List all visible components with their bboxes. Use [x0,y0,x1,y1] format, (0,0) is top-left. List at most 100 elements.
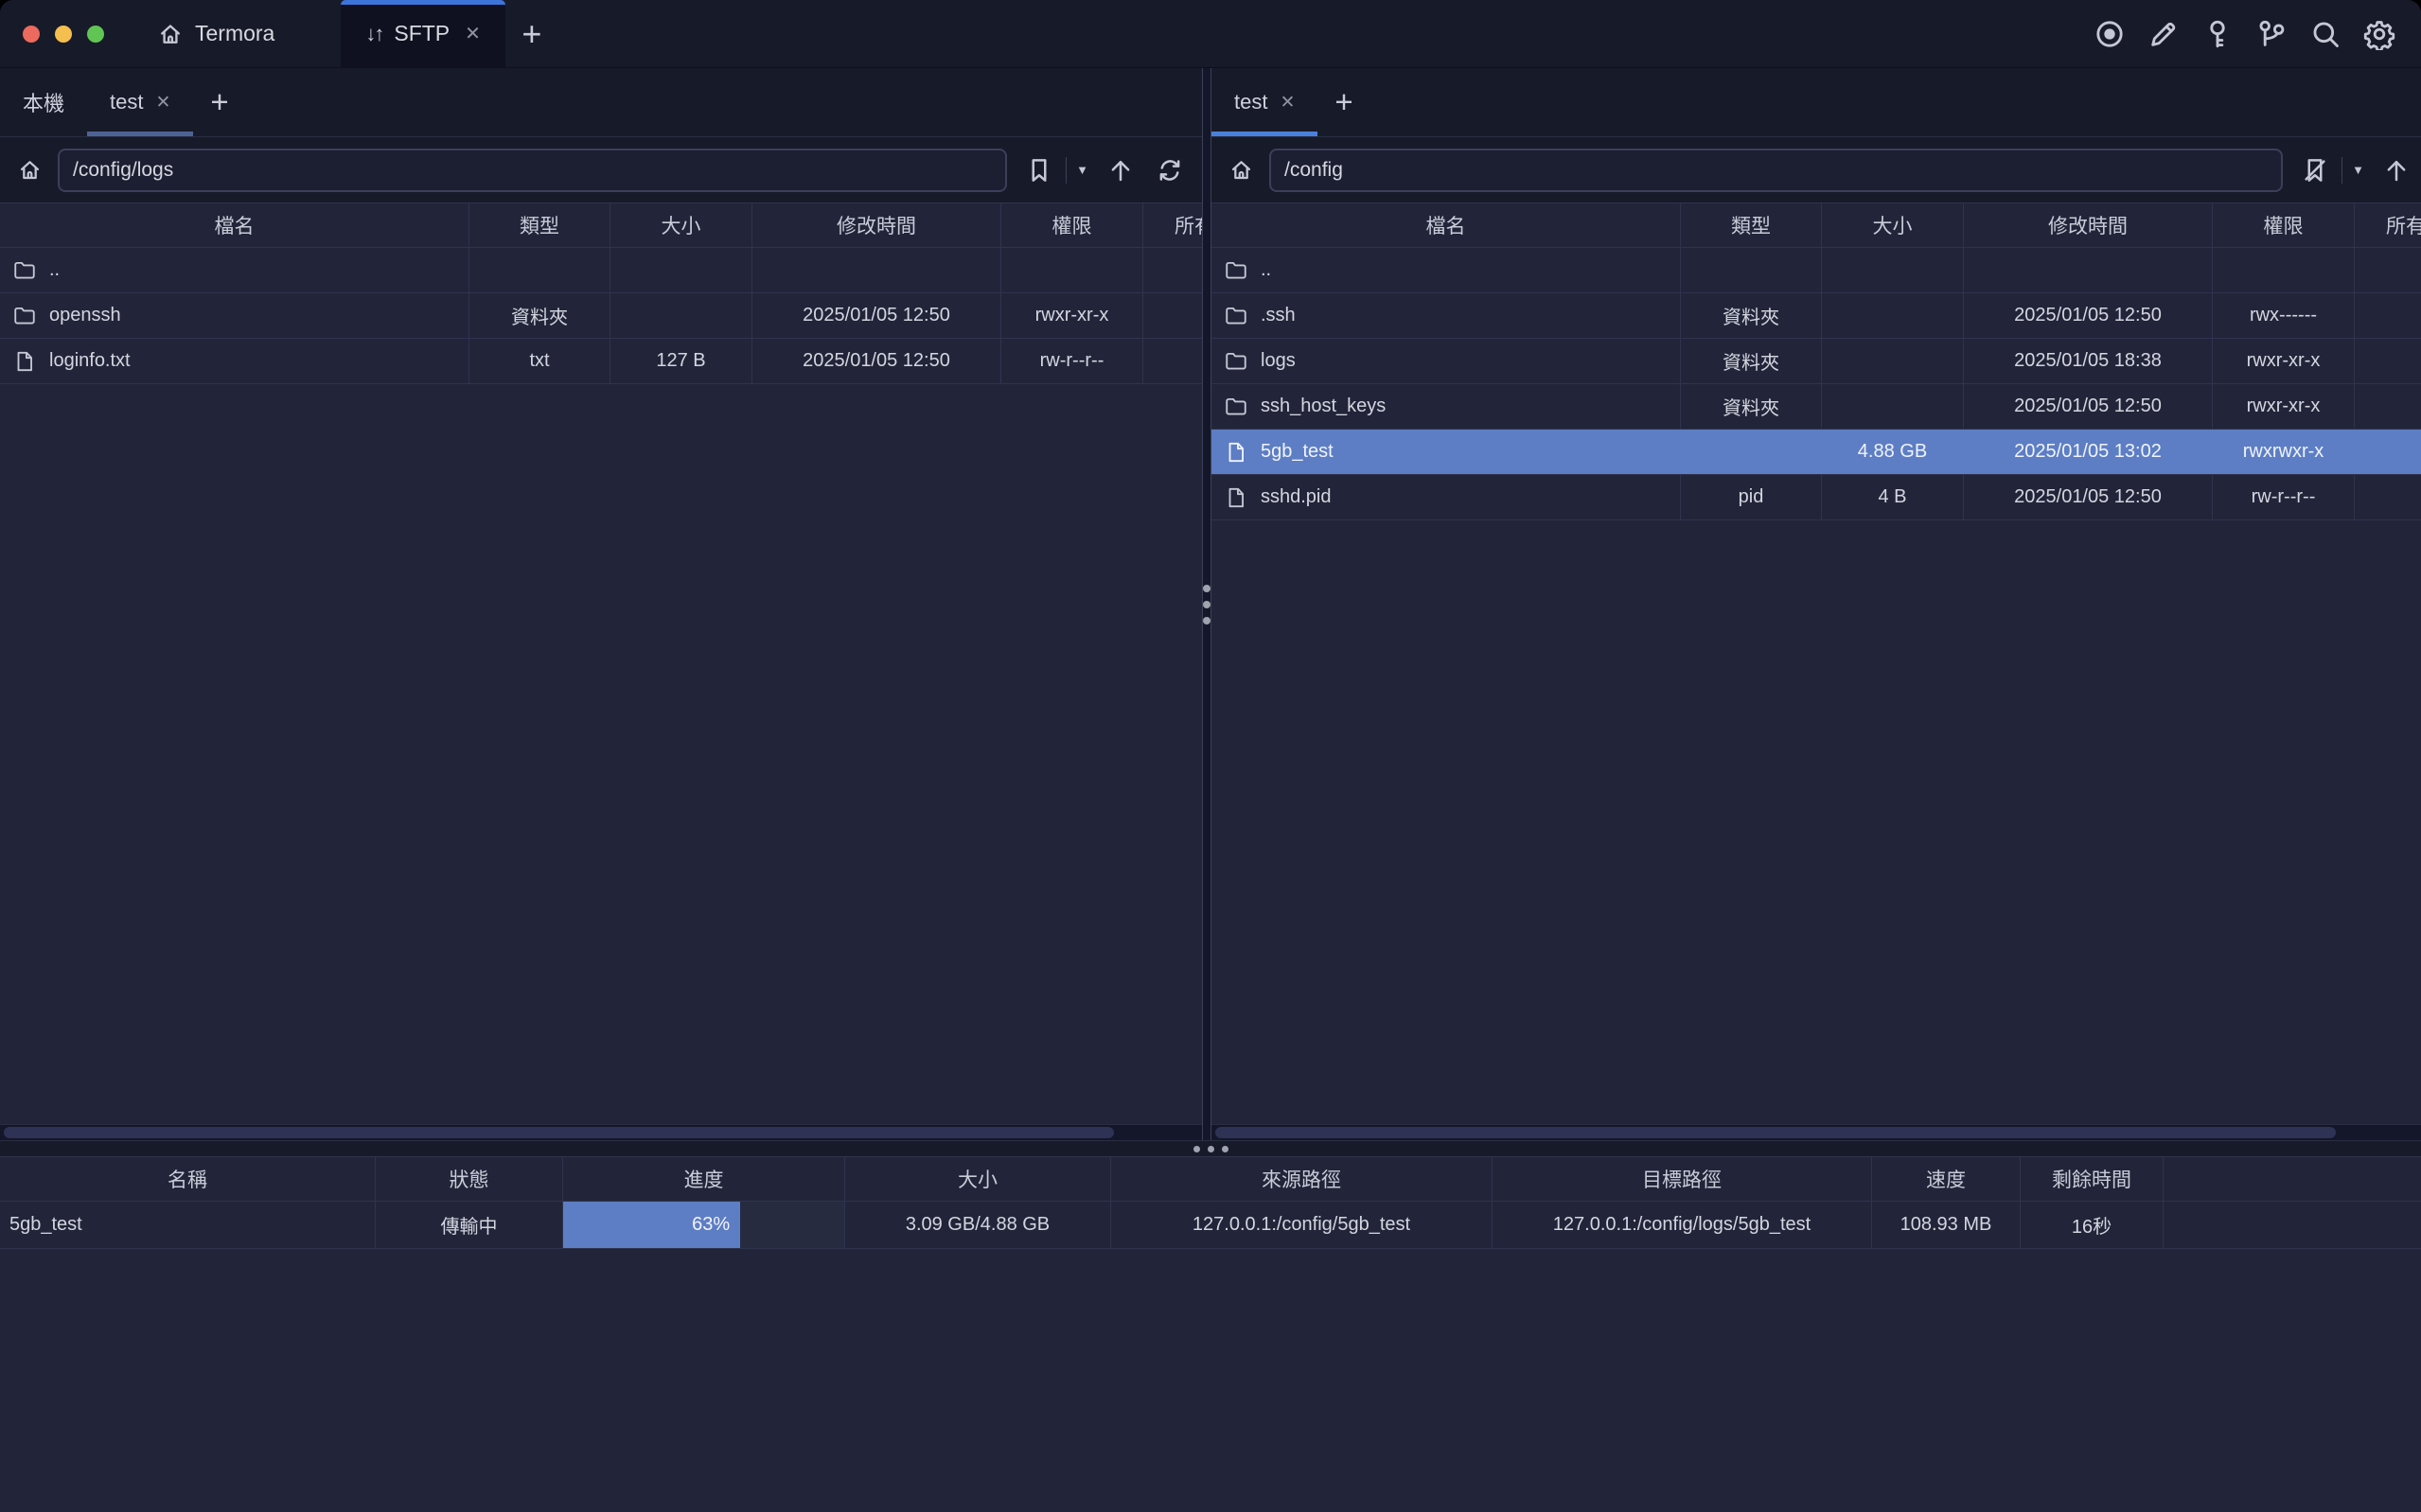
home-icon[interactable] [1228,157,1254,183]
transfer-target-cell: 127.0.0.1:/config/logs/5gb_test [1493,1202,1872,1248]
termora-home-tab[interactable]: Termora [129,0,303,67]
file-row[interactable]: openssh資料夾2025/01/05 12:50rwxr-xr-x [0,293,1202,339]
file-mtime-cell [1964,248,2213,292]
column-header[interactable]: 名稱 [0,1157,376,1201]
keychain-icon[interactable] [2254,17,2288,51]
search-icon[interactable] [2308,17,2342,51]
column-header[interactable]: 修改時間 [752,203,1001,247]
column-header[interactable]: 剩餘時間 [2021,1157,2164,1201]
file-perm-cell: rwxrwxr-x [2213,430,2355,474]
file-row[interactable]: .ssh資料夾2025/01/05 12:50rwx------ [1211,293,2421,339]
left-horizontal-scrollbar[interactable] [0,1124,1202,1140]
column-header[interactable]: 類型 [469,203,610,247]
right-horizontal-scrollbar[interactable] [1211,1124,2421,1140]
settings-gear-icon[interactable] [2362,17,2396,51]
column-header[interactable]: 速度 [1872,1157,2021,1201]
folder-icon [12,304,37,328]
record-icon[interactable] [2093,17,2127,51]
close-tab-icon[interactable]: ✕ [155,92,170,114]
column-header[interactable]: 權限 [1001,203,1143,247]
chevron-down-icon[interactable]: ▼ [1076,163,1088,177]
path-input-left[interactable] [58,149,1007,192]
transfer-source-cell: 127.0.0.1:/config/5gb_test [1111,1202,1493,1248]
file-name-label: sshd.pid [1261,486,1332,508]
pane-splitter[interactable] [1202,68,1211,1140]
transfer-row[interactable]: 5gb_test傳輸中63%3.09 GB/4.88 GB127.0.0.1:/… [0,1202,2421,1249]
column-header[interactable]: 檔名 [0,203,469,247]
column-header[interactable]: 檔名 [1211,203,1681,247]
file-type-cell [1681,430,1822,474]
transfer-remaining-cell: 16秒 [2021,1202,2164,1248]
scrollbar-thumb[interactable] [4,1127,1114,1138]
bookmark-icon[interactable] [1022,153,1056,187]
file-perm-cell [1001,248,1143,292]
tab-local[interactable]: 本機 [0,68,87,136]
column-header[interactable]: 目標路徑 [1493,1157,1872,1201]
close-tab-icon[interactable]: ✕ [465,22,481,45]
file-table-header: 檔名類型大小修改時間權限所有者 [0,203,1202,248]
file-row[interactable]: .. [1211,248,2421,293]
file-mtime-cell: 2025/01/05 12:50 [1964,475,2213,519]
tab-test-left[interactable]: test ✕ [87,68,193,136]
file-name-label: logs [1261,350,1296,372]
minimize-window-button[interactable] [55,26,72,43]
file-type-cell: 資料夾 [469,293,610,338]
column-header[interactable]: 修改時間 [1964,203,2213,247]
file-name-cell: sshd.pid [1211,475,1681,519]
up-directory-icon[interactable] [2379,153,2413,187]
tab-test-label: test [110,90,143,114]
new-window-tab-button[interactable]: + [505,0,558,67]
file-type-cell [1681,248,1822,292]
file-table-header: 檔名類型大小修改時間權限所有者 [1211,203,2421,248]
bookmark-slash-icon[interactable] [2298,153,2332,187]
file-size-cell [1822,293,1964,338]
file-row[interactable]: loginfo.txttxt127 B2025/01/05 12:50rw-r-… [0,339,1202,384]
transfer-splitter[interactable] [0,1140,2421,1156]
home-icon[interactable] [17,157,43,183]
file-name-label: loginfo.txt [49,350,131,372]
transfer-size-cell: 3.09 GB/4.88 GB [845,1202,1111,1248]
add-connection-tab-button[interactable]: + [1317,68,1370,136]
edit-icon[interactable] [2147,17,2181,51]
column-header[interactable]: 進度 [563,1157,845,1201]
file-row[interactable]: ssh_host_keys資料夾2025/01/05 12:50rwxr-xr-… [1211,384,2421,430]
column-header[interactable]: 類型 [1681,203,1822,247]
zoom-window-button[interactable] [87,26,104,43]
app-tab-label: Termora [195,21,274,46]
up-directory-icon[interactable] [1104,153,1138,187]
column-header[interactable]: 來源路徑 [1111,1157,1493,1201]
column-header[interactable]: 所有者 [1143,203,1202,247]
refresh-icon[interactable] [1153,153,1187,187]
key-icon[interactable] [2200,17,2235,51]
file-owner-cell [2355,384,2421,429]
file-mtime-cell [752,248,1001,292]
tab-sftp[interactable]: ↓↑ SFTP ✕ [341,0,505,67]
chevron-down-icon[interactable]: ▼ [2352,163,2364,177]
column-header[interactable]: 大小 [845,1157,1111,1201]
file-perm-cell: rwxr-xr-x [2213,339,2355,383]
column-header[interactable]: 大小 [610,203,752,247]
scrollbar-thumb[interactable] [1215,1127,2336,1138]
column-header[interactable]: 所有者 [2355,203,2421,247]
column-header[interactable]: 大小 [1822,203,1964,247]
file-type-cell: 資料夾 [1681,384,1822,429]
file-owner-cell [2355,248,2421,292]
file-row[interactable]: 5gb_test4.88 GB2025/01/05 13:02rwxrwxr-x [1211,430,2421,475]
file-row[interactable]: logs資料夾2025/01/05 18:38rwxr-xr-x [1211,339,2421,384]
column-header[interactable]: 權限 [2213,203,2355,247]
file-icon [1224,485,1248,510]
close-window-button[interactable] [23,26,40,43]
tab-test-right[interactable]: test ✕ [1211,68,1317,136]
column-header[interactable]: 狀態 [376,1157,563,1201]
path-input-right[interactable] [1269,149,2283,192]
file-name-cell: .. [1211,248,1681,292]
file-row[interactable]: .. [0,248,1202,293]
close-tab-icon[interactable]: ✕ [1280,92,1295,114]
titlebar: Termora ↓↑ SFTP ✕ + [0,0,2421,68]
add-connection-tab-button[interactable]: + [193,68,245,136]
file-row[interactable]: sshd.pidpid4 B2025/01/05 12:50rw-r--r-- [1211,475,2421,520]
file-size-cell [610,293,752,338]
file-type-cell: 資料夾 [1681,293,1822,338]
left-pane: 本機 test ✕ + ▼ 檔名類型大小修改時間權限所有者..o [0,68,1202,1140]
folder-icon [12,258,37,283]
